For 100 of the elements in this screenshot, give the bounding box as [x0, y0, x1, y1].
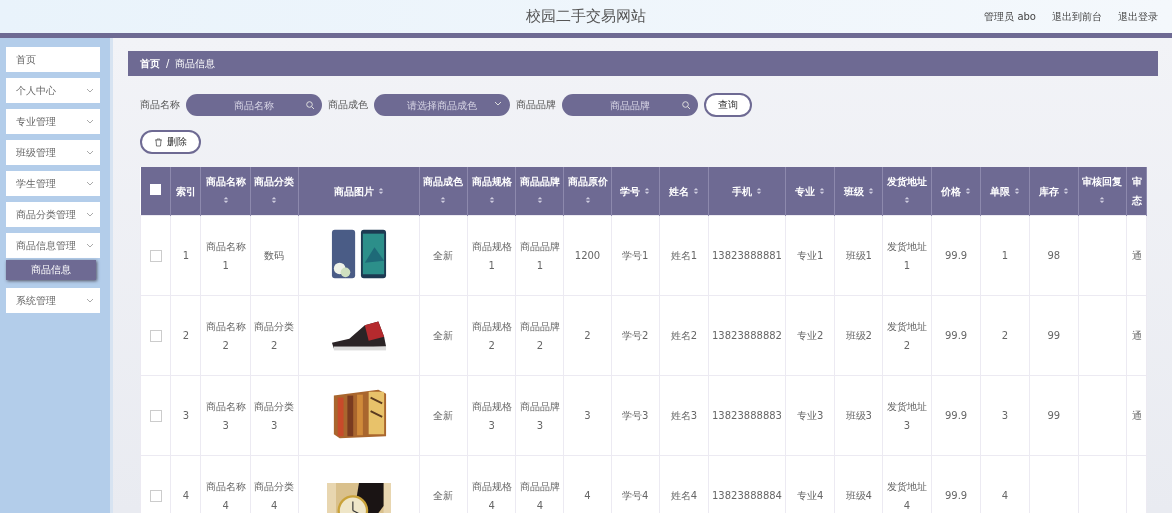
table-cell: 专业4: [796, 490, 824, 501]
sort-icon: [584, 196, 591, 204]
column-header[interactable]: 商品图片: [334, 185, 375, 197]
table-cell: 13823888883: [712, 410, 782, 421]
row-checkbox[interactable]: [149, 490, 162, 502]
column-header[interactable]: 商品规格: [471, 176, 512, 187]
delete-button[interactable]: 删除: [140, 130, 201, 154]
table-cell: 99.9: [944, 250, 968, 261]
menu-item[interactable]: 学生管理: [6, 171, 100, 196]
sort-icon: [440, 196, 447, 204]
chevron-icon: [86, 298, 94, 303]
submenu-item[interactable]: 商品信息: [6, 260, 96, 280]
column-header[interactable]: 单限: [990, 185, 1011, 197]
table-cell: 13823888882: [712, 330, 782, 341]
search-icon: [682, 101, 690, 109]
column-header: 索引: [175, 185, 196, 197]
menu-item[interactable]: 首页: [6, 47, 100, 72]
column-header[interactable]: 商品名称: [205, 176, 246, 187]
table-cell: 专业1: [796, 250, 824, 261]
table-cell: 99.9: [944, 490, 968, 501]
site-title: 校园二手交易网站: [526, 7, 646, 26]
search-field[interactable]: 商品名称: [186, 94, 322, 116]
column-header[interactable]: 商品品牌: [519, 176, 560, 187]
table-cell: 数码: [264, 250, 285, 261]
header-link[interactable]: 退出到前台: [1052, 10, 1102, 24]
column-header[interactable]: 商品分类: [254, 176, 295, 187]
table-cell: 3: [182, 410, 190, 421]
menu-item[interactable]: 班级管理: [6, 140, 100, 165]
table-cell: 班级2: [845, 330, 872, 341]
table-cell: 1200: [574, 250, 601, 261]
table-cell: 4: [584, 490, 591, 501]
header-link[interactable]: 退出登录: [1118, 10, 1158, 24]
row-checkbox[interactable]: [149, 410, 162, 422]
menu-item[interactable]: 个人中心: [6, 78, 100, 103]
sort-icon: [755, 186, 762, 195]
table-cell-text: 通: [1131, 329, 1142, 343]
column-header[interactable]: 审核回复: [1082, 176, 1123, 187]
table-cell: 99: [1047, 410, 1061, 421]
sort-icon: [904, 196, 910, 204]
row-checkbox[interactable]: [149, 250, 162, 262]
column-header[interactable]: 专业: [795, 185, 816, 197]
column-header[interactable]: 姓名: [669, 185, 690, 197]
column-header[interactable]: 班级: [844, 185, 865, 197]
breadcrumb-item: 商品信息: [175, 56, 216, 71]
table-cell: 专业3: [796, 410, 824, 421]
column-header[interactable]: 手机: [732, 185, 753, 197]
table-cell: 全新: [433, 330, 454, 341]
table-cell: 商品品牌3: [519, 400, 560, 431]
table-cell: 1: [182, 250, 190, 261]
sort-icon: [1099, 196, 1106, 204]
column-header[interactable]: 价格: [941, 185, 962, 197]
sort-icon: [867, 186, 874, 195]
menu-item[interactable]: 系统管理: [6, 288, 100, 313]
table-cell: 发货地址3: [887, 400, 927, 431]
search-icon: [306, 101, 314, 109]
sort-icon: [488, 196, 495, 204]
select-field[interactable]: 请选择商品成色: [374, 94, 510, 116]
chevron-icon: [86, 119, 94, 124]
breadcrumb-item[interactable]: 首页: [140, 56, 160, 71]
sort-icon: [1013, 186, 1020, 195]
query-button[interactable]: 查询: [704, 93, 752, 117]
chevron-icon: [86, 212, 94, 217]
table-cell: 商品规格1: [471, 240, 512, 271]
column-header[interactable]: 发货地址: [887, 176, 927, 187]
table-cell: 13823888884: [712, 490, 782, 501]
menu-item[interactable]: 专业管理: [6, 109, 100, 134]
sort-icon: [271, 196, 278, 204]
table-cell: 姓名1: [670, 250, 698, 261]
table-cell: 姓名2: [670, 330, 698, 341]
table-cell: 学号4: [622, 490, 649, 501]
table-cell: 发货地址4: [887, 480, 927, 511]
table-cell-text: 通: [1131, 409, 1142, 423]
table-cell: 姓名4: [670, 490, 698, 501]
table-cell: 商品名称4: [205, 480, 246, 511]
column-header[interactable]: 商品原价: [567, 176, 608, 187]
table-cell: 全新: [433, 250, 454, 261]
table-cell: 学号2: [622, 330, 649, 341]
table-cell: 2: [584, 330, 591, 341]
menu-item[interactable]: 商品分类管理: [6, 202, 100, 227]
table-cell: 13823888881: [712, 250, 782, 261]
table-cell: 商品规格2: [471, 320, 512, 351]
menu-item[interactable]: 商品信息管理: [6, 233, 100, 258]
table-cell: 全新: [433, 410, 454, 421]
table-cell: 3: [584, 410, 591, 421]
table-cell: 99.9: [944, 410, 968, 421]
chevron-icon: [86, 150, 94, 155]
search-field[interactable]: 商品品牌: [562, 94, 698, 116]
sort-icon: [964, 186, 971, 195]
sort-icon: [1062, 186, 1069, 195]
column-header[interactable]: 学号: [620, 185, 641, 197]
table-cell: 学号3: [622, 410, 649, 421]
column-header[interactable]: 商品成色: [423, 176, 464, 187]
row-checkbox[interactable]: [149, 330, 162, 342]
table-cell: 2: [1001, 330, 1009, 341]
table-cell: 4: [182, 490, 190, 501]
column-header[interactable]: 库存: [1039, 185, 1059, 197]
table-cell: 98: [1047, 250, 1061, 261]
table-cell: 商品分类4: [254, 480, 295, 511]
select-all-checkbox[interactable]: [149, 183, 161, 195]
filter-label: 商品品牌: [516, 98, 556, 112]
